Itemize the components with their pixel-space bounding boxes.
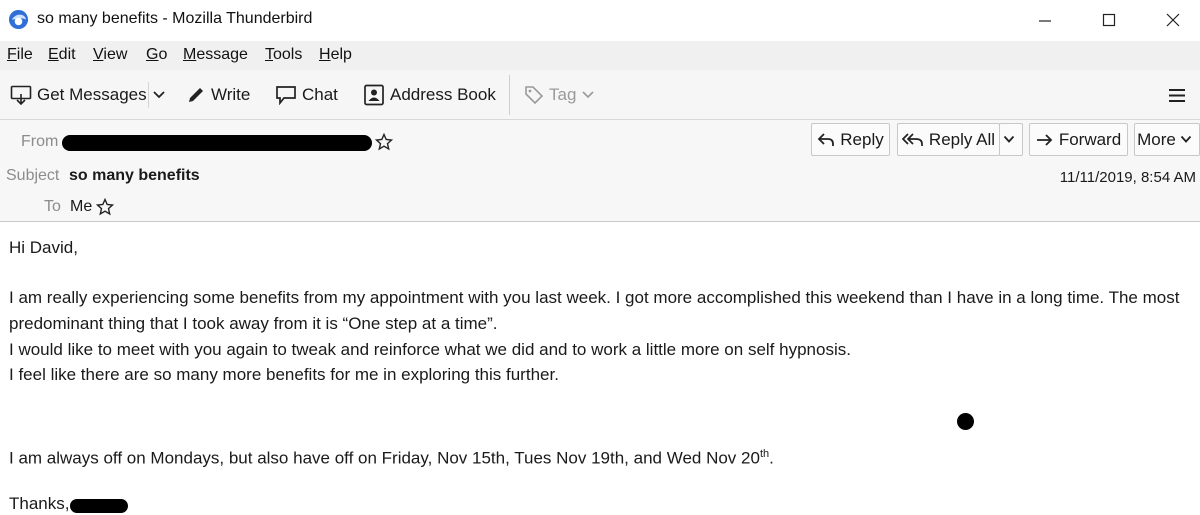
close-icon [1166, 13, 1180, 27]
reply-label: Reply [840, 129, 884, 149]
redacted-signature [70, 499, 128, 513]
body-paragraph-2: I would like to meet with you again to t… [9, 340, 851, 359]
availability-text: I am always off on Mondays, but also hav… [9, 448, 760, 468]
from-label: From [21, 133, 59, 150]
hamburger-menu-icon [1169, 89, 1185, 102]
chat-label: Chat [302, 85, 338, 104]
menu-help[interactable]: Help [319, 46, 352, 64]
menu-edit[interactable]: Edit [48, 46, 76, 64]
minimize-icon [1039, 20, 1051, 22]
message-date: 11/11/2019, 8:54 AM [1059, 169, 1196, 186]
chevron-down-icon [582, 91, 594, 99]
thunderbird-icon [8, 9, 29, 30]
menu-file[interactable]: File [7, 46, 33, 64]
body-paragraph-3: I feel like there are so many more benef… [9, 365, 559, 384]
reply-button[interactable]: Reply [811, 123, 890, 156]
body-paragraph-1: I am really experiencing some benefits f… [9, 288, 1180, 333]
chevron-down-icon [153, 91, 165, 99]
forward-button[interactable]: Forward [1029, 123, 1128, 156]
address-book-icon [364, 84, 384, 106]
get-messages-button[interactable]: Get Messages [10, 80, 147, 110]
star-icon[interactable] [96, 198, 114, 216]
to-value[interactable]: Me [70, 198, 92, 216]
greeting: Hi David, [9, 238, 78, 257]
write-button[interactable]: Write [186, 80, 250, 110]
reply-all-icon [901, 132, 923, 146]
address-book-label: Address Book [390, 85, 496, 104]
write-label: Write [211, 85, 251, 104]
more-label: More [1137, 129, 1176, 149]
to-label: To [44, 198, 61, 215]
menu-view[interactable]: View [93, 46, 127, 64]
title-bar: so many benefits - Mozilla Thunderbird [0, 0, 1200, 41]
star-icon[interactable] [375, 133, 393, 151]
forward-label: Forward [1058, 129, 1122, 149]
reply-icon [817, 132, 835, 146]
mouse-cursor-dot [957, 413, 974, 430]
tag-button[interactable]: Tag [524, 80, 600, 110]
main-toolbar: Get Messages Write Chat Address Book Tag [0, 70, 1200, 120]
subject-label: Subject [6, 167, 60, 184]
close-button[interactable] [1150, 4, 1196, 36]
message-body: Hi David, I am really experiencing some … [0, 223, 1200, 515]
menu-bar: File Edit View Go Message Tools Help [0, 41, 1200, 70]
message-header: From Subject so many benefits To Me Repl… [0, 120, 1200, 222]
period: . [769, 448, 774, 468]
pencil-icon [189, 88, 203, 102]
download-icon [10, 85, 32, 105]
subject-value: so many benefits [69, 167, 200, 184]
menu-go[interactable]: Go [146, 46, 167, 64]
app-menu-button[interactable] [1168, 80, 1191, 110]
get-messages-dropdown[interactable] [152, 80, 171, 110]
chevron-down-icon [1180, 135, 1192, 143]
menu-tools[interactable]: Tools [265, 46, 302, 64]
forward-arrow-icon [1036, 133, 1053, 146]
address-book-button[interactable]: Address Book [363, 80, 496, 110]
maximize-icon [1102, 13, 1116, 27]
chat-button[interactable]: Chat [275, 80, 338, 110]
menu-message[interactable]: Message [183, 46, 248, 64]
get-messages-label: Get Messages [37, 85, 147, 104]
closing-text: Thanks, [9, 494, 70, 513]
reply-all-label: Reply All [928, 129, 996, 149]
minimize-button[interactable] [1022, 4, 1068, 36]
tag-label: Tag [549, 85, 577, 104]
toolbar-divider [148, 82, 149, 108]
chevron-down-icon [1003, 135, 1014, 143]
reply-all-button[interactable]: Reply All [897, 123, 1000, 156]
body-paragraph-4: I am always off on Mondays, but also hav… [9, 441, 1194, 472]
window-title: so many benefits - Mozilla Thunderbird [37, 10, 313, 27]
maximize-button[interactable] [1086, 4, 1132, 36]
tag-icon [525, 86, 544, 105]
toolbar-separator [509, 75, 510, 115]
reply-all-dropdown[interactable] [999, 123, 1023, 156]
more-button[interactable]: More [1134, 123, 1200, 156]
chat-icon [276, 86, 296, 105]
closing: Thanks, [9, 491, 1194, 515]
ordinal-suffix: th [759, 448, 770, 460]
redacted-sender [62, 135, 372, 151]
